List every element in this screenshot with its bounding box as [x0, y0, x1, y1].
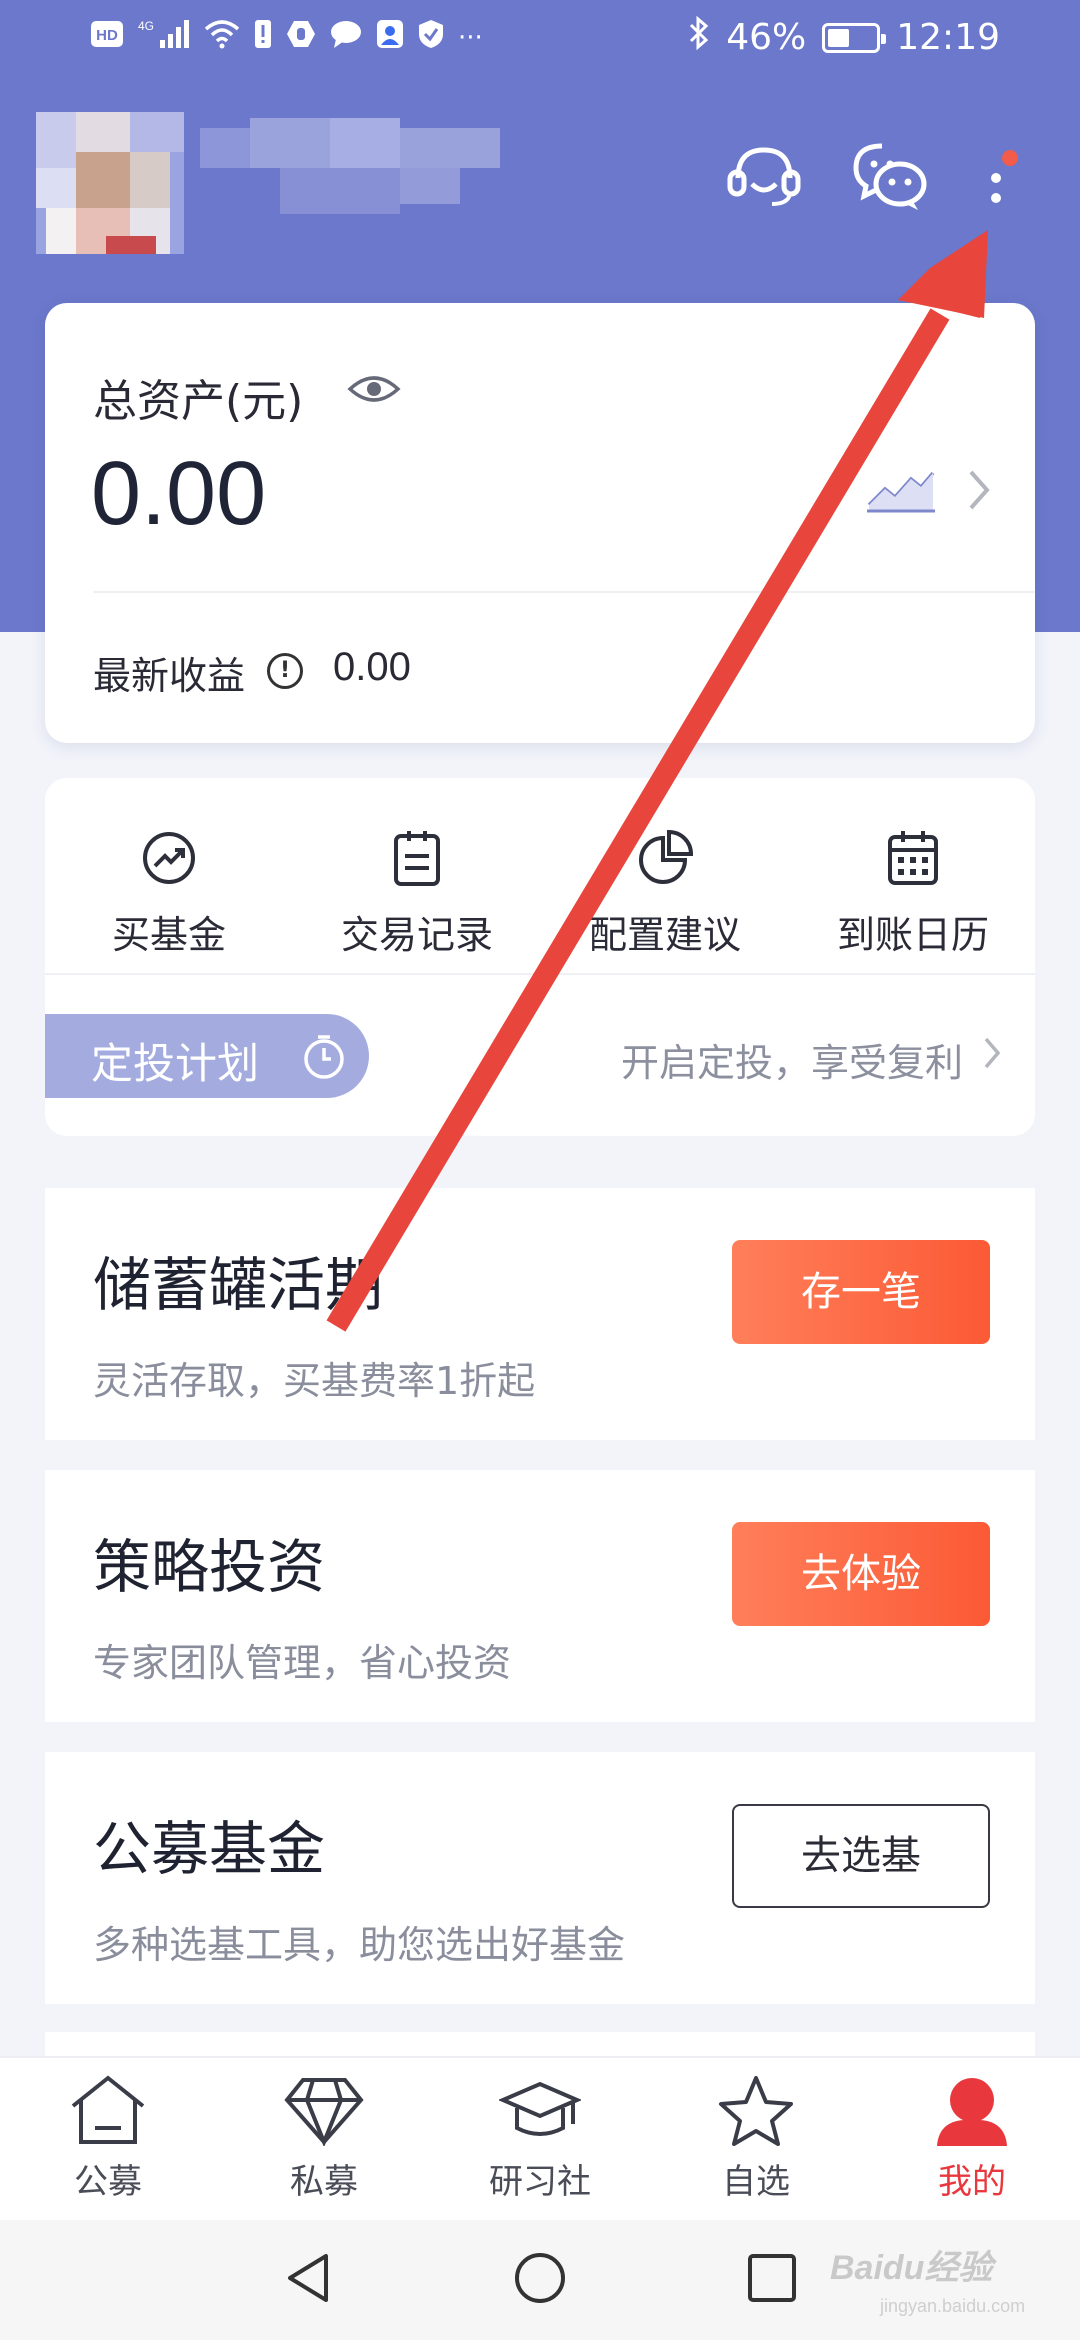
battery-percent: 46% — [726, 17, 807, 58]
back-icon[interactable] — [282, 2250, 334, 2310]
info-icon[interactable]: ! — [267, 653, 303, 689]
bottom-nav: 公募 私募 研习社 自选 我的 — [0, 2056, 1080, 2220]
nav-public-fund[interactable]: 公募 — [0, 2074, 216, 2203]
asset-card[interactable]: 总资产(元) 0.00 最新收益 ! 0.00 — [45, 303, 1035, 743]
more-dots: ··· — [458, 22, 483, 53]
timer-icon — [301, 1034, 347, 1084]
divider — [93, 591, 1035, 593]
quick-item-transactions[interactable]: 交易记录 — [293, 828, 541, 958]
plan-label: 定投计划 — [91, 1039, 260, 1088]
status-left-icons: HD 4G ··· — [90, 18, 483, 57]
star-icon — [719, 2076, 793, 2146]
avatar[interactable] — [36, 112, 184, 254]
product-subtitle: 多种选基工具，助您选出好基金 — [93, 1923, 626, 1967]
hd-icon: HD — [90, 20, 124, 55]
quick-menu-card: 买基金 交易记录 配置建议 到账日历 定投计划 开启定投，享受复利 — [45, 778, 1035, 1136]
battery-icon — [822, 22, 887, 53]
quick-item-label: 交易记录 — [340, 913, 493, 957]
clipboard-icon — [394, 831, 440, 886]
nav-label: 自选 — [722, 2162, 790, 2202]
svg-text:HD: HD — [96, 27, 118, 44]
chevron-right-icon[interactable] — [965, 468, 993, 516]
quick-item-label: 配置建议 — [588, 913, 741, 957]
diamond-icon — [284, 2078, 364, 2146]
nav-academy[interactable]: 研习社 — [432, 2074, 648, 2203]
product-card-public-fund[interactable]: 公募基金 多种选基工具，助您选出好基金 去选基 — [45, 1752, 1035, 2004]
product-subtitle: 灵活存取，买基费率1折起 — [93, 1359, 536, 1403]
quick-item-calendar[interactable]: 到账日历 — [789, 828, 1035, 958]
nav-label: 研习社 — [489, 2162, 591, 2202]
chat-icon[interactable] — [852, 140, 927, 212]
bluetooth-icon — [688, 15, 710, 59]
product-title: 策略投资 — [93, 1533, 326, 1601]
try-button[interactable]: 去体验 — [732, 1522, 990, 1626]
quick-item-buy-fund[interactable]: 买基金 — [45, 828, 293, 958]
total-assets-label: 总资产(元) — [93, 376, 304, 427]
nav-label: 我的 — [938, 2162, 1006, 2202]
quick-item-allocation[interactable]: 配置建议 — [541, 828, 789, 958]
product-card-savings[interactable]: 储蓄罐活期 灵活存取，买基费率1折起 存一笔 — [45, 1188, 1035, 1440]
status-bar: HD 4G ··· 46% 12:19 — [0, 0, 1080, 84]
clock: 12:19 — [896, 17, 1000, 58]
product-card-strategy[interactable]: 策略投资 专家团队管理，省心投资 去体验 — [45, 1470, 1035, 1722]
home-icon — [71, 2075, 145, 2144]
plan-hint-link[interactable]: 开启定投，享受复利 — [621, 1032, 963, 1087]
chevron-right-icon[interactable] — [983, 1036, 1001, 1074]
divider — [45, 973, 1035, 975]
home-circle-icon[interactable] — [512, 2250, 568, 2310]
customer-service-icon[interactable] — [726, 140, 801, 212]
total-assets-value: 0.00 — [91, 444, 267, 544]
quick-item-label: 买基金 — [111, 913, 226, 957]
product-title: 储蓄罐活期 — [93, 1251, 384, 1319]
battery-fill — [828, 28, 850, 47]
calendar-icon — [888, 831, 938, 885]
nav-mine[interactable]: 我的 — [864, 2074, 1080, 2203]
select-fund-button[interactable]: 去选基 — [732, 1804, 990, 1908]
recent-apps-icon[interactable] — [744, 2250, 800, 2310]
nav-label: 公募 — [74, 2162, 142, 2202]
deposit-button[interactable]: 存一笔 — [732, 1240, 990, 1344]
product-subtitle: 专家团队管理，省心投资 — [93, 1641, 512, 1685]
fixed-investment-plan-button[interactable]: 定投计划 — [45, 1014, 369, 1098]
eye-icon[interactable] — [347, 371, 401, 411]
svg-text:4G: 4G — [138, 19, 154, 33]
4g-signal-icon: 4G — [138, 18, 190, 57]
latest-income-value: 0.00 — [333, 645, 411, 689]
wifi-icon — [204, 19, 240, 56]
product-title: 公募基金 — [93, 1815, 326, 1883]
quick-item-label: 到账日历 — [836, 913, 989, 957]
message-icon — [330, 19, 362, 56]
profile-icon — [937, 2078, 1007, 2146]
line-chart-icon[interactable] — [865, 465, 937, 519]
hand-icon — [286, 19, 316, 56]
watermark: Baidu经验 — [830, 2249, 993, 2287]
status-right-icons: 46% 12:19 — [688, 15, 1000, 59]
watermark-url: jingyan.baidu.com — [880, 2296, 1026, 2316]
nav-private-fund[interactable]: 私募 — [216, 2074, 432, 2203]
latest-income-label: 最新收益 — [93, 654, 246, 698]
contact-icon — [376, 19, 404, 56]
notification-dot — [1002, 150, 1018, 166]
pie-chart-icon — [639, 829, 694, 884]
nav-label: 私募 — [290, 2162, 358, 2202]
nav-watchlist[interactable]: 自选 — [648, 2074, 864, 2203]
trend-icon — [143, 832, 195, 884]
alert-icon — [254, 19, 272, 56]
shield-icon — [418, 19, 444, 56]
nickname-blurred[interactable] — [200, 118, 500, 214]
graduation-cap-icon — [499, 2081, 581, 2136]
